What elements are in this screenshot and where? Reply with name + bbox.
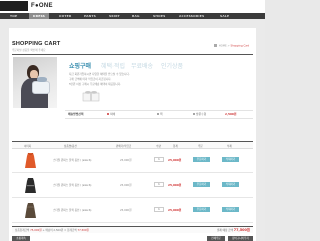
table-row: 스타일 원피스 블랙 옵션 / (size:S) 25,000원 1 25,00…: [12, 199, 253, 223]
shipping-option-pickup[interactable]: 방문수령: [193, 111, 206, 118]
shipping-method-row: 배송방법선택 택배 퀵 방문수령 2,500원: [65, 110, 253, 119]
radio-icon[interactable]: [193, 113, 195, 115]
home-icon[interactable]: [213, 44, 217, 47]
delete-button[interactable]: 삭제하기: [222, 182, 239, 187]
brand-bar: F●ONE: [0, 0, 265, 13]
order-button[interactable]: 주문하기: [193, 182, 210, 187]
breadcrumb-home[interactable]: HOME >: [219, 45, 230, 48]
quantity-field[interactable]: 1: [154, 182, 164, 187]
benefit-tab-popular[interactable]: 인기상품: [161, 61, 183, 70]
benefit-tab-freeship[interactable]: 무료배송: [131, 61, 153, 70]
clear-cart-button[interactable]: 장바구니비우기: [228, 236, 253, 241]
quantity-field[interactable]: 1: [154, 157, 164, 162]
page-title: SHOPPING CART: [12, 41, 61, 47]
shipping-option-quick[interactable]: 퀵: [157, 111, 163, 118]
product-name[interactable]: 스타일 원피스 블랙 옵션 / (size:S): [53, 158, 91, 162]
page: F●ONE TOP DRESS OUTER PANTS SKIRT BAG SH…: [0, 0, 265, 241]
breadcrumb-current: Shopping Cart: [230, 44, 250, 48]
nav-shoes[interactable]: SHOES: [153, 13, 165, 19]
nav-top[interactable]: TOP: [10, 13, 17, 19]
model-photo: [13, 57, 57, 108]
benefit-tab-reward[interactable]: 혜택·적립: [101, 61, 125, 70]
col-price: 판매가/적립금: [116, 145, 132, 148]
benefit-tab-shopping[interactable]: 쇼핑구매: [69, 61, 91, 70]
row-total: 25,000원: [168, 158, 182, 162]
row-total: 25,000원: [168, 183, 182, 187]
table-row: 스타일 원피스 블랙 옵션 / (size:S) 25,000원 1 25,00…: [12, 149, 253, 173]
summary-total: 결제 예정 금액 77,500원: [216, 228, 250, 232]
shipping-price: 2,500원: [225, 112, 237, 116]
title-divider: [12, 54, 253, 55]
brand-box: [0, 1, 28, 11]
row-total: 25,000원: [168, 208, 182, 212]
summary-breakdown: 상품합계금액 75,000원 + 배송비 2,500원 = 합계금액 77,50…: [15, 229, 89, 232]
gift-box-icon: [82, 91, 100, 102]
col-delete: 삭제: [227, 145, 232, 148]
nav-dress[interactable]: DRESS: [29, 13, 50, 19]
nav-sale[interactable]: SALE: [220, 13, 229, 19]
col-order: 주문: [198, 145, 203, 148]
order-button[interactable]: 주문하기: [193, 157, 210, 162]
product-price: 25,000원: [120, 209, 132, 212]
product-price: 25,000원: [120, 184, 132, 187]
shipping-option-courier[interactable]: 택배: [107, 111, 115, 118]
shipping-label: 배송방법선택: [68, 112, 84, 116]
breadcrumb: HOME > Shopping Cart: [213, 44, 250, 48]
nav-skirt[interactable]: SKIRT: [109, 13, 120, 19]
benefit-desc: 구매 금액에 따라 적립금이 지급됩니다.: [69, 78, 112, 81]
site-logo[interactable]: F●ONE: [31, 3, 53, 9]
cart-table-header: 이미지 상품명/옵션 판매가/적립금 수량 합계 주문 삭제: [12, 141, 253, 149]
nav-bag[interactable]: BAG: [132, 13, 140, 19]
col-image: 이미지: [24, 145, 32, 148]
nav-accessories[interactable]: ACCESSORIES: [179, 13, 204, 19]
delete-button[interactable]: 삭제하기: [222, 207, 239, 212]
cart-actions: 쇼핑계속 전체주문 장바구니비우기: [9, 236, 256, 241]
nav-outer[interactable]: OUTER: [59, 13, 71, 19]
order-button[interactable]: 주문하기: [193, 207, 210, 212]
product-name[interactable]: 스타일 원피스 블랙 옵션 / (size:S): [53, 208, 91, 212]
cart-summary: 상품합계금액 75,000원 + 배송비 2,500원 = 합계금액 77,50…: [12, 226, 253, 233]
content-card: SHOPPING CART 주문하실 상품을 확인해 주세요 HOME > Sh…: [9, 28, 256, 241]
radio-icon[interactable]: [107, 113, 109, 115]
product-name[interactable]: 스타일 원피스 블랙 옵션 / (size:S): [53, 183, 91, 187]
delete-button[interactable]: 삭제하기: [222, 157, 239, 162]
order-all-button[interactable]: 전체주문: [207, 236, 225, 241]
page-subtitle: 주문하실 상품을 확인해 주세요: [12, 49, 46, 52]
product-image[interactable]: [24, 152, 37, 169]
quantity-field[interactable]: 1: [154, 207, 164, 212]
col-total: 합계: [173, 145, 178, 148]
continue-shopping-button[interactable]: 쇼핑계속: [12, 236, 30, 241]
col-name: 상품명/옵션: [64, 145, 77, 148]
benefit-desc: 지금 회원가입하시면 다양한 혜택을 받으실 수 있습니다.: [69, 73, 130, 76]
col-qty: 수량: [156, 145, 161, 148]
product-image[interactable]: [24, 202, 37, 219]
product-image[interactable]: [24, 177, 37, 194]
product-price: 25,000원: [120, 159, 132, 162]
main-nav: TOP DRESS OUTER PANTS SKIRT BAG SHOES AC…: [0, 13, 265, 19]
nav-pants[interactable]: PANTS: [84, 13, 96, 19]
table-row: 스타일 원피스 블랙 옵션 / (size:S) 25,000원 1 25,00…: [12, 174, 253, 198]
radio-icon[interactable]: [157, 113, 159, 115]
benefit-desc: 5만원 이상 구매시 무료배송 혜택이 제공됩니다.: [69, 83, 121, 86]
